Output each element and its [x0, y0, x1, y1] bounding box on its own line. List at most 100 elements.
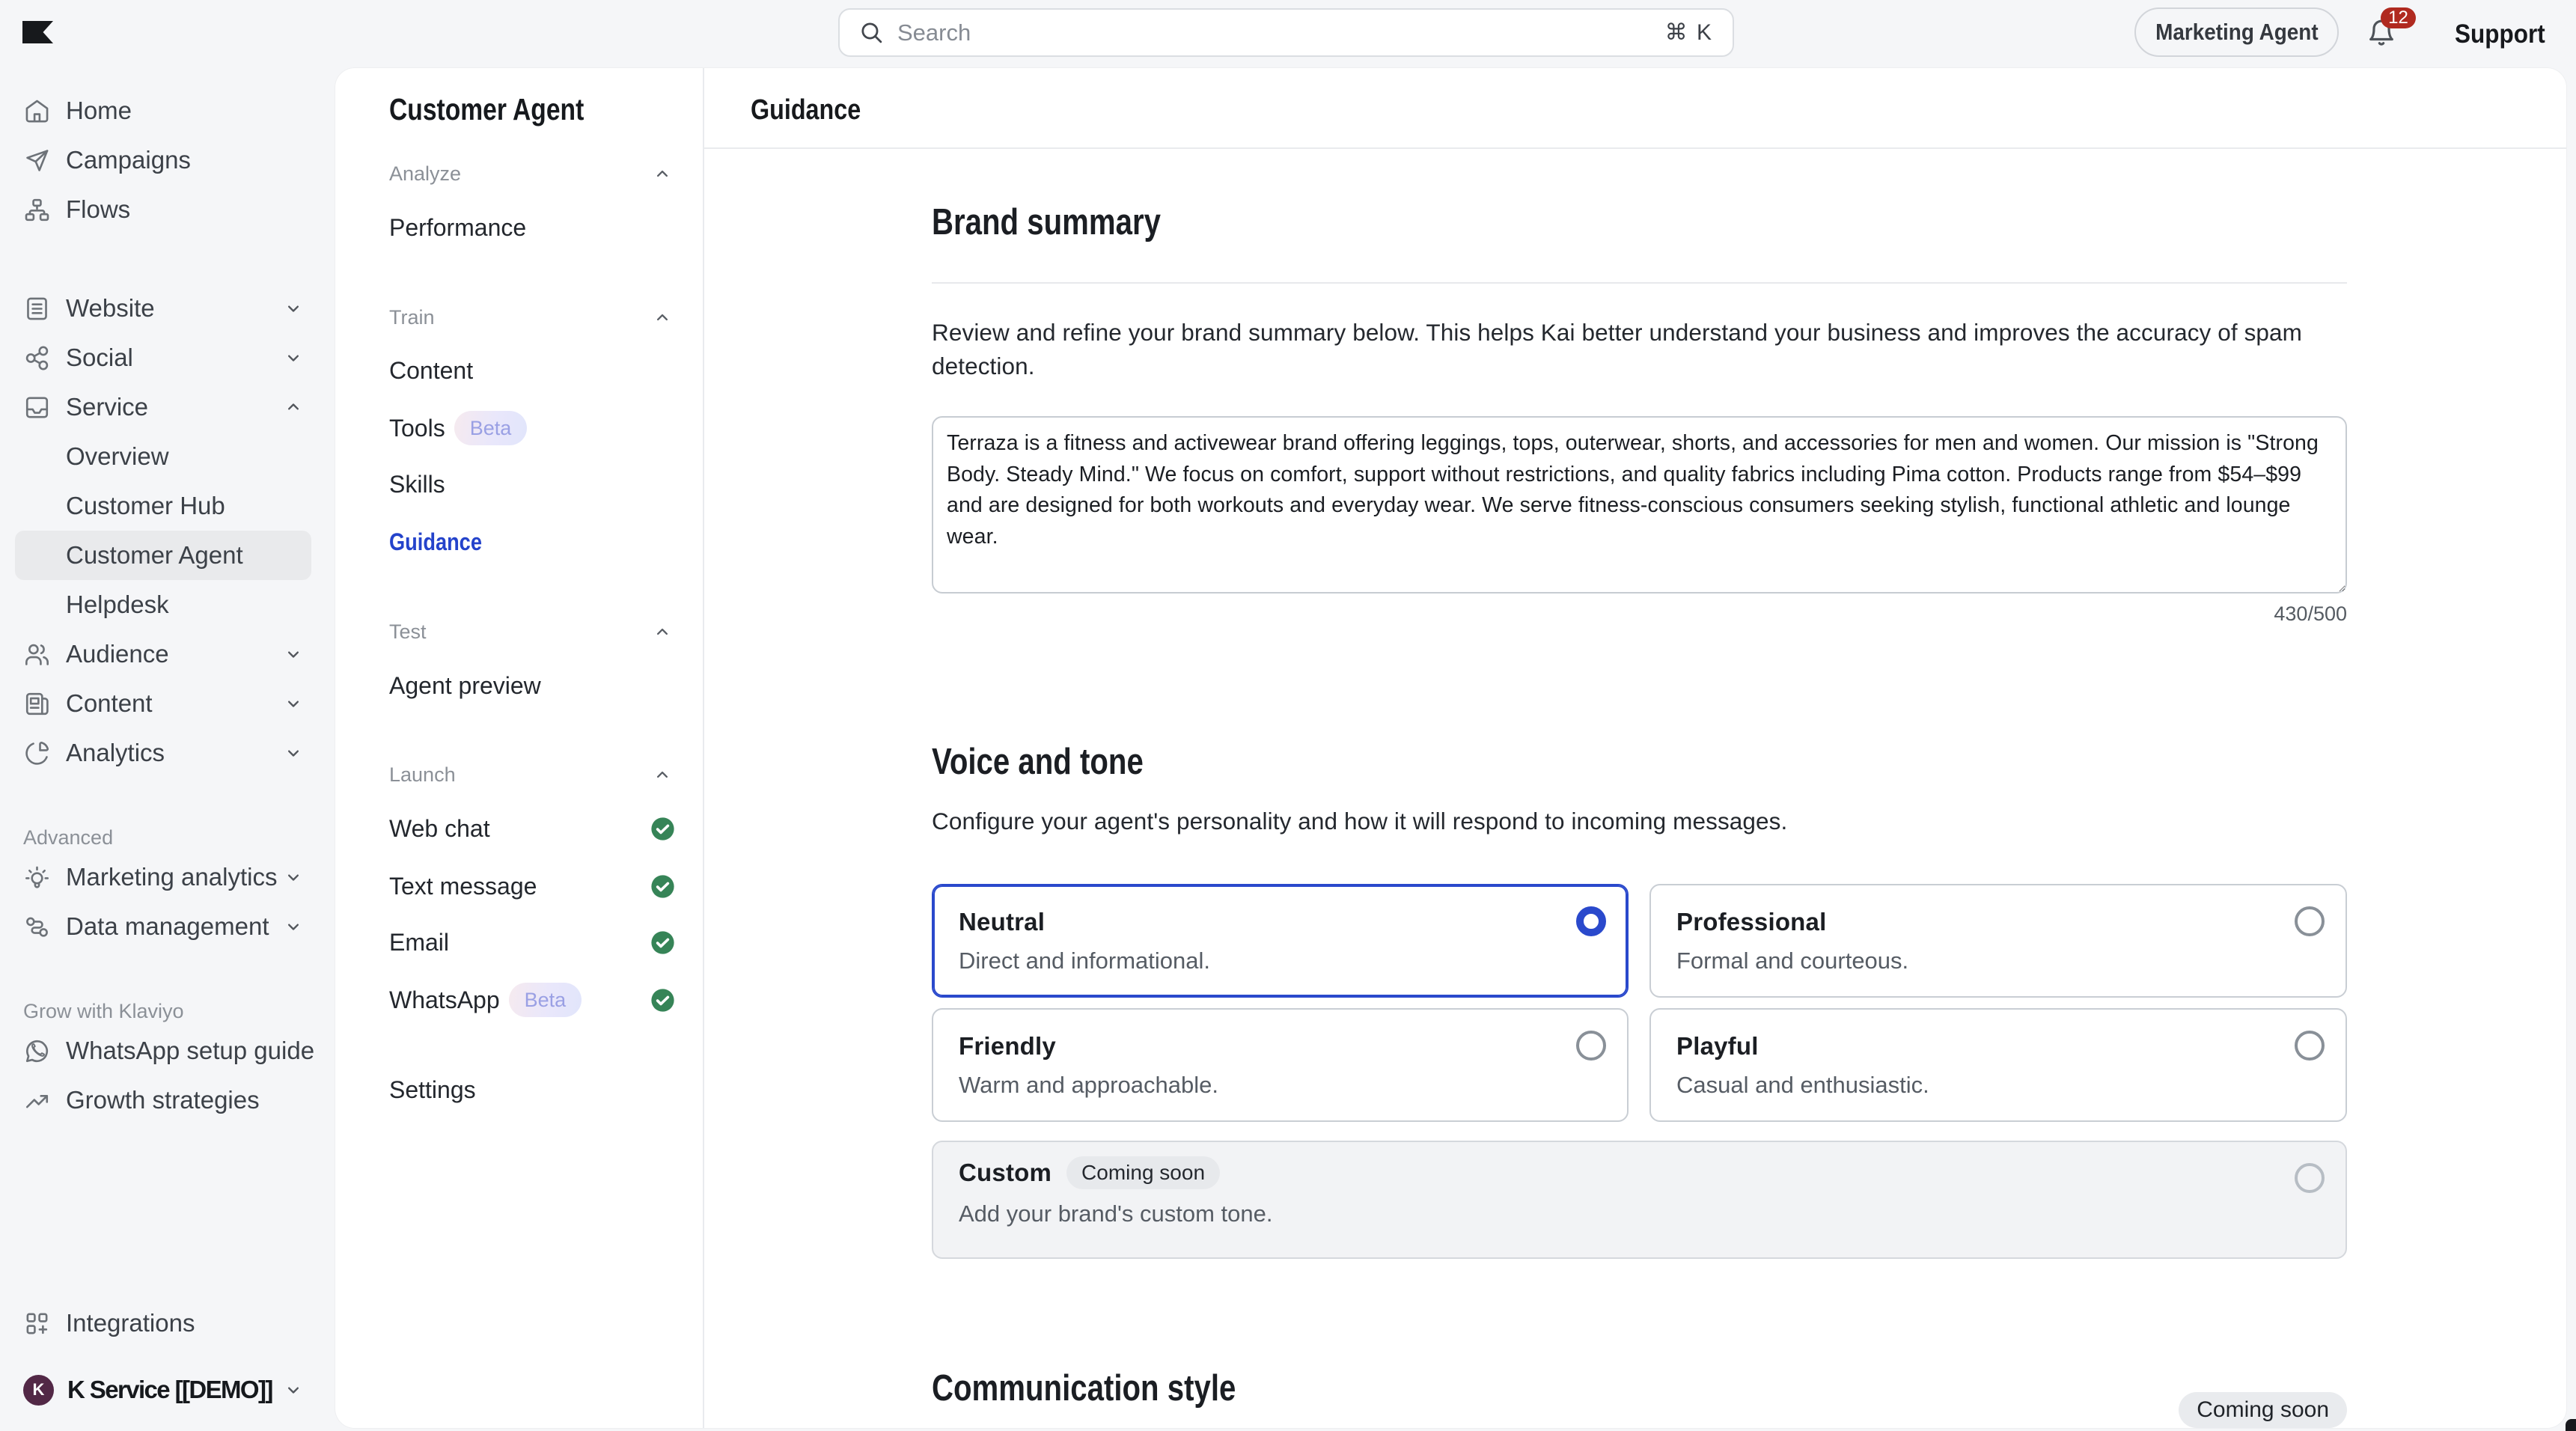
voice-option-custom: Custom Coming soon Add your brand's cust… [932, 1141, 2347, 1259]
subnav-title: Customer Agent [389, 91, 584, 127]
trending-up-icon [23, 1087, 51, 1114]
page-title: Guidance [751, 70, 861, 150]
sidebar-item-customer-agent[interactable]: Customer Agent [15, 531, 311, 580]
sidebar-item-data-management[interactable]: Data management [15, 902, 311, 951]
sidebar-bottom: Integrations K K Service [[DEMO]] [0, 1299, 335, 1431]
chevron-up-icon [652, 764, 673, 785]
chevron-up-icon [652, 163, 673, 184]
custom-card-header: Custom Coming soon [959, 1156, 2323, 1189]
notifications-button[interactable]: 12 [2365, 12, 2419, 54]
org-avatar: K [23, 1375, 54, 1406]
brand-summary-textarea[interactable]: Terraza is a fitness and activewear bran… [932, 416, 2347, 594]
account-switcher[interactable]: K K Service [[DEMO]] [15, 1365, 311, 1415]
chevron-down-icon [283, 916, 304, 937]
notification-badge: 12 [2381, 7, 2416, 28]
subnav-item-tools[interactable]: Tools Beta [389, 400, 678, 457]
chevron-up-icon [652, 307, 673, 328]
whatsapp-icon [23, 1037, 51, 1065]
sidebar-item-website[interactable]: Website [15, 284, 311, 333]
sidebar-item-audience[interactable]: Audience [15, 629, 311, 679]
service-inbox-icon [23, 394, 51, 421]
search-shortcut: ⌘ K [1665, 19, 1713, 46]
chevron-down-icon [283, 693, 304, 714]
communication-style-heading: Communication style [932, 1367, 1236, 1409]
voice-option-friendly[interactable]: Friendly Warm and approachable. [932, 1008, 1629, 1122]
brand-summary-description: Review and refine your brand summary bel… [932, 316, 2347, 383]
corner-widget[interactable] [2566, 1419, 2576, 1431]
radio-unselected-icon[interactable] [2295, 906, 2325, 936]
subnav-item-whatsapp[interactable]: WhatsApp Beta [389, 971, 678, 1028]
org-name: K Service [[DEMO]] [67, 1376, 272, 1404]
subnav-item-text-message[interactable]: Text message [389, 858, 678, 915]
guidance-content: Brand summary Review and refine your bra… [704, 150, 2566, 1428]
subnav-item-guidance[interactable]: Guidance [389, 513, 678, 570]
sidebar-item-campaigns[interactable]: Campaigns [15, 135, 311, 185]
subnav-item-performance[interactable]: Performance [389, 199, 678, 256]
sidebar-section-grow: Grow with Klaviyo [23, 996, 335, 1026]
voice-and-tone-heading: Voice and tone [932, 741, 1144, 783]
sidebar-item-marketing-analytics[interactable]: Marketing analytics [15, 852, 311, 902]
sidebar-item-social[interactable]: Social [15, 333, 311, 382]
radio-selected-icon[interactable] [1576, 906, 1606, 936]
subnav-item-web-chat[interactable]: Web chat [389, 800, 678, 857]
audience-icon [23, 641, 51, 668]
sidebar-item-whatsapp-setup-guide[interactable]: WhatsApp setup guide [15, 1026, 311, 1075]
subnav-section-train[interactable]: Train [389, 289, 678, 346]
char-counter: 430/500 [2274, 602, 2347, 626]
brand-summary-heading: Brand summary [932, 201, 1161, 243]
sidebar-item-analytics[interactable]: Analytics [15, 728, 311, 778]
customer-agent-subnav: Customer Agent Analyze Performance Train… [335, 68, 704, 1428]
coming-soon-badge: Coming soon [1066, 1156, 1220, 1189]
check-circle-icon [650, 817, 675, 841]
flows-icon [23, 196, 51, 224]
send-icon [23, 147, 51, 174]
search-icon [859, 20, 884, 45]
home-icon [23, 97, 51, 125]
voice-option-professional[interactable]: Professional Formal and courteous. [1649, 884, 2347, 998]
sidebar-section-advanced: Advanced [23, 823, 335, 852]
voice-and-tone-description: Configure your agent's personality and h… [932, 805, 2347, 838]
bulb-icon [23, 864, 51, 891]
chevron-down-icon [283, 867, 304, 888]
social-icon [23, 344, 51, 372]
subnav-item-settings[interactable]: Settings [389, 1061, 678, 1118]
subnav-item-content[interactable]: Content [389, 342, 678, 399]
subnav-section-analyze[interactable]: Analyze [389, 145, 678, 202]
sidebar-item-flows[interactable]: Flows [15, 185, 311, 234]
section-divider [932, 282, 2347, 284]
subnav-item-agent-preview[interactable]: Agent preview [389, 657, 678, 714]
content-icon [23, 690, 51, 718]
subnav-item-skills[interactable]: Skills [389, 456, 678, 513]
sidebar-item-integrations[interactable]: Integrations [15, 1299, 311, 1348]
chevron-down-icon [283, 298, 304, 319]
support-link[interactable]: Support [2455, 0, 2555, 68]
radio-unselected-icon[interactable] [2295, 1031, 2325, 1061]
search-input[interactable]: Search ⌘ K [838, 8, 1734, 57]
subnav-section-launch[interactable]: Launch [389, 746, 678, 803]
sidebar-item-growth-strategies[interactable]: Growth strategies [15, 1075, 311, 1125]
voice-option-playful[interactable]: Playful Casual and enthusiastic. [1649, 1008, 2347, 1122]
radio-disabled-icon [2295, 1163, 2325, 1193]
sidebar-item-home[interactable]: Home [15, 86, 311, 135]
voice-option-neutral[interactable]: Neutral Direct and informational. [932, 884, 1629, 998]
subnav-section-test[interactable]: Test [389, 603, 678, 660]
chevron-up-icon [283, 397, 304, 418]
voice-options-grid: Neutral Direct and informational. Profes… [932, 884, 2347, 1122]
data-pipeline-icon [23, 913, 51, 941]
top-bar: Search ⌘ K Marketing Agent 12 Support [0, 0, 2576, 68]
radio-unselected-icon[interactable] [1576, 1031, 1606, 1061]
sidebar-item-customer-hub[interactable]: Customer Hub [15, 481, 311, 531]
check-circle-icon [650, 930, 675, 955]
sidebar-item-helpdesk[interactable]: Helpdesk [15, 580, 311, 629]
main-panel: Customer Agent Analyze Performance Train… [335, 68, 2566, 1428]
sidebar-item-service[interactable]: Service [15, 382, 311, 432]
subnav-item-email[interactable]: Email [389, 914, 678, 971]
marketing-agent-button[interactable]: Marketing Agent [2134, 7, 2339, 57]
chevron-down-icon [283, 742, 304, 763]
sidebar-item-content[interactable]: Content [15, 679, 311, 728]
chevron-up-icon [652, 621, 673, 642]
klaviyo-logo-icon[interactable] [22, 21, 53, 43]
website-icon [23, 295, 51, 323]
chevron-down-icon [283, 347, 304, 368]
sidebar-item-overview[interactable]: Overview [15, 432, 311, 481]
